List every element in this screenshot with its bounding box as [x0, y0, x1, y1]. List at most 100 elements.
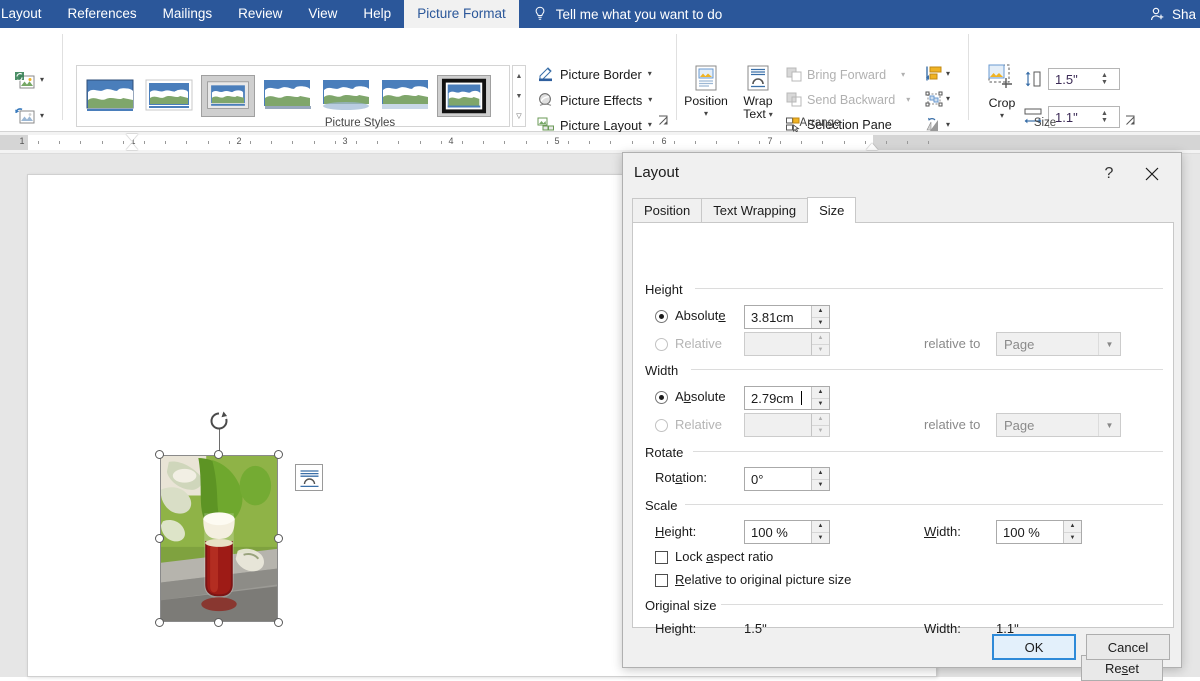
height-absolute-input[interactable]: 3.81cm ▲ ▼: [744, 305, 830, 329]
align-objects-button[interactable]: ▾: [925, 66, 950, 82]
scale-width-input[interactable]: 100 % ▲ ▼: [996, 520, 1082, 544]
scale-height-input[interactable]: 100 % ▲ ▼: [744, 520, 830, 544]
picture-style-thumb[interactable]: [83, 75, 137, 117]
picture-style-thumb-selected[interactable]: [437, 75, 491, 117]
resize-handle-w[interactable]: [155, 534, 164, 543]
rotate-objects-button[interactable]: ▾: [925, 117, 950, 133]
width-absolute-input[interactable]: 2.79cm ▲ ▼: [744, 386, 830, 410]
height-section-rule: [695, 288, 1163, 289]
width-relative-to-select[interactable]: Page ▼: [996, 413, 1121, 437]
hanging-indent-marker[interactable]: [126, 143, 138, 150]
width-relative-stepper[interactable]: ▲ ▼: [811, 414, 829, 436]
picture-styles-gallery[interactable]: [76, 65, 510, 127]
chevron-down-icon[interactable]: ▾: [40, 76, 44, 84]
chevron-down-icon[interactable]: ▾: [648, 70, 652, 78]
help-button[interactable]: ?: [1095, 161, 1123, 187]
gallery-scroll-buttons[interactable]: ▲ ▼ ▽: [512, 65, 526, 127]
picture-border-button[interactable]: Picture Border ▾: [537, 66, 652, 82]
dialog-launcher-icon: [659, 115, 668, 125]
size-dialog-launcher[interactable]: [1124, 114, 1137, 127]
tab-layout[interactable]: Layout: [0, 0, 55, 28]
width-section-rule: [691, 369, 1163, 370]
reset-picture-button[interactable]: ▾: [14, 106, 44, 126]
height-relative-input[interactable]: ▲ ▼: [744, 332, 830, 356]
tab-review[interactable]: Review: [225, 0, 295, 28]
right-indent-marker[interactable]: [866, 143, 878, 150]
resize-handle-n[interactable]: [214, 450, 223, 459]
resize-handle-s[interactable]: [214, 618, 223, 627]
chevron-down-icon[interactable]: ▾: [40, 112, 44, 120]
resize-handle-ne[interactable]: [274, 450, 283, 459]
height-relative-stepper[interactable]: ▲ ▼: [811, 333, 829, 355]
dialog-tab-size[interactable]: Size: [807, 197, 857, 223]
tab-mailings[interactable]: Mailings: [150, 0, 226, 28]
chevron-down-icon[interactable]: ▼: [1098, 333, 1120, 355]
group-objects-button[interactable]: ▾: [925, 91, 950, 107]
layout-options-button[interactable]: [295, 464, 323, 491]
selected-picture-frame[interactable]: [155, 411, 323, 627]
layout-dialog[interactable]: Layout ? Position Text Wrapping Size Hei…: [622, 152, 1182, 681]
resize-handle-sw[interactable]: [155, 618, 164, 627]
position-button[interactable]: Position ▾: [682, 64, 730, 118]
tab-help[interactable]: Help: [350, 0, 404, 28]
chevron-down-icon[interactable]: ▾: [946, 95, 950, 103]
rotate-handle-icon[interactable]: [209, 411, 229, 431]
height-absolute-stepper[interactable]: ▲ ▼: [811, 306, 829, 328]
height-absolute-radio[interactable]: [655, 310, 668, 323]
chevron-down-icon[interactable]: ▾: [901, 70, 905, 79]
height-absolute-label: Absolute: [675, 308, 726, 323]
gallery-scroll-up[interactable]: ▲: [513, 66, 525, 86]
picture-image[interactable]: [160, 455, 278, 622]
chevron-down-icon[interactable]: ▾: [648, 121, 652, 129]
resize-handle-se[interactable]: [274, 618, 283, 627]
rotation-input[interactable]: 0° ▲ ▼: [744, 467, 830, 491]
change-picture-button[interactable]: ▾: [14, 70, 44, 90]
width-relative-input[interactable]: ▲ ▼: [744, 413, 830, 437]
horizontal-ruler[interactable]: 11234567: [0, 132, 1200, 154]
rotation-stepper[interactable]: ▲ ▼: [811, 468, 829, 490]
chevron-down-icon[interactable]: ▼: [1098, 414, 1120, 436]
scale-height-stepper[interactable]: ▲ ▼: [811, 521, 829, 543]
original-size-section-title: Original size: [645, 598, 717, 613]
gallery-scroll-down[interactable]: ▼: [513, 86, 525, 106]
width-relative-radio[interactable]: [655, 419, 668, 432]
height-relative-to-select[interactable]: Page ▼: [996, 332, 1121, 356]
height-relative-to-label: relative to: [924, 336, 981, 351]
picture-style-thumb[interactable]: [142, 75, 196, 117]
picture-effects-button[interactable]: Picture Effects ▾: [537, 92, 652, 108]
cancel-button[interactable]: Cancel: [1086, 634, 1170, 660]
dialog-title-bar[interactable]: Layout ?: [623, 153, 1181, 193]
lock-aspect-ratio-checkbox[interactable]: [655, 551, 668, 564]
dialog-tab-position[interactable]: Position: [632, 198, 703, 223]
width-absolute-stepper[interactable]: ▲ ▼: [811, 387, 829, 409]
picture-layout-button[interactable]: Picture Layout ▾: [537, 117, 652, 133]
height-relative-radio[interactable]: [655, 338, 668, 351]
chevron-down-icon[interactable]: ▾: [682, 110, 730, 118]
resize-handle-e[interactable]: [274, 534, 283, 543]
dialog-tab-text-wrapping[interactable]: Text Wrapping: [701, 198, 809, 223]
tab-view[interactable]: View: [295, 0, 350, 28]
original-width-label: Width:: [924, 621, 961, 636]
gallery-more-button[interactable]: ▽: [513, 106, 525, 126]
ok-button[interactable]: OK: [992, 634, 1076, 660]
lightbulb-icon: [535, 6, 545, 20]
share-button[interactable]: Sha: [1149, 0, 1200, 28]
rotation-label: Rotation:: [655, 470, 708, 485]
tab-references[interactable]: References: [55, 0, 150, 28]
close-button[interactable]: [1135, 161, 1169, 187]
width-absolute-radio[interactable]: [655, 391, 668, 404]
picture-style-thumb[interactable]: [201, 75, 255, 117]
first-line-indent-marker[interactable]: [126, 134, 138, 141]
relative-original-size-checkbox[interactable]: [655, 574, 668, 587]
scale-width-stepper[interactable]: ▲ ▼: [1063, 521, 1081, 543]
picture-styles-dialog-launcher[interactable]: [657, 114, 670, 127]
resize-handle-nw[interactable]: [155, 450, 164, 459]
rotate-section-rule: [693, 451, 1163, 452]
chevron-down-icon[interactable]: ▾: [906, 95, 910, 104]
chevron-down-icon[interactable]: ▾: [648, 96, 652, 104]
tab-picture-format[interactable]: Picture Format: [404, 0, 519, 28]
tell-me-box[interactable]: Tell me what you want to do: [519, 0, 733, 28]
chevron-down-icon[interactable]: ▾: [946, 121, 950, 129]
chevron-down-icon[interactable]: ▾: [946, 70, 950, 78]
dialog-tabs[interactable]: Position Text Wrapping Size: [632, 197, 1174, 223]
